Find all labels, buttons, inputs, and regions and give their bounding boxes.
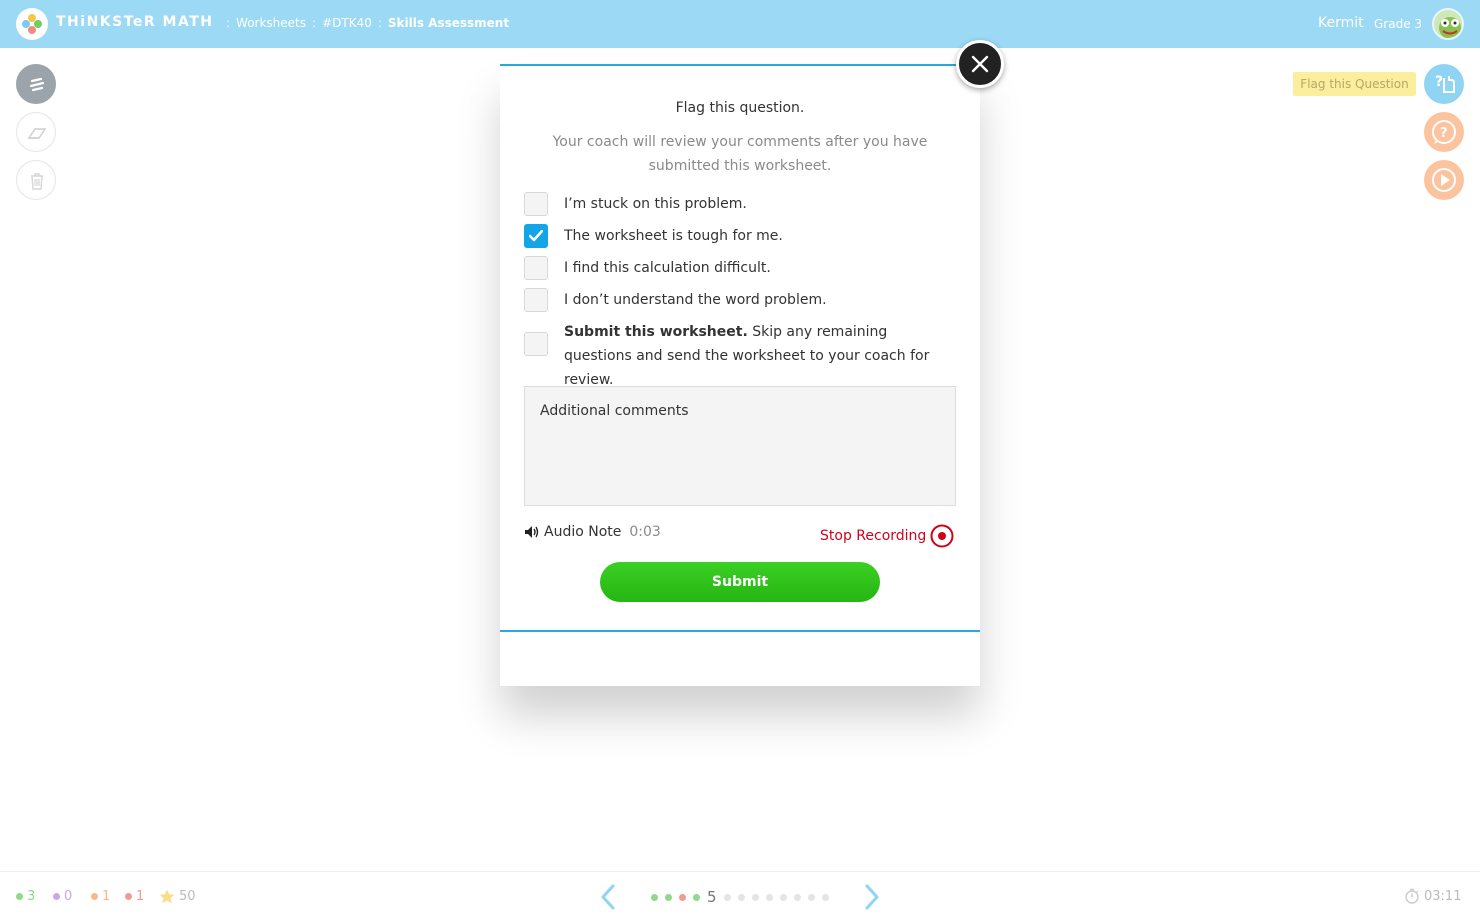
flag-question-dialog: Flag this question. Your coach will revi… bbox=[500, 64, 980, 632]
progress-dot-pending[interactable] bbox=[765, 893, 773, 901]
record-icon bbox=[930, 524, 954, 548]
option-calculation-difficult[interactable]: I find this calculation difficult. bbox=[524, 256, 954, 280]
progress-dot-wrong[interactable] bbox=[679, 893, 686, 901]
audio-note-label: Audio Note bbox=[544, 524, 622, 540]
eraser-tool-button[interactable] bbox=[16, 112, 56, 152]
progress-dot-pending[interactable] bbox=[821, 893, 829, 901]
bottom-bar: 3 0 1 1 50 5 03:11 bbox=[0, 871, 1480, 920]
flag-question-icon: ? bbox=[1424, 64, 1464, 104]
partial-dot bbox=[91, 893, 98, 900]
stars-count: 50 bbox=[159, 889, 196, 904]
progress-dot-pending[interactable] bbox=[737, 893, 745, 901]
dialog-title: Flag this question. bbox=[675, 100, 805, 116]
play-icon bbox=[1424, 160, 1464, 200]
breadcrumb-worksheet-id[interactable]: #DTK40 bbox=[322, 16, 372, 30]
svg-text:?: ? bbox=[1435, 74, 1443, 90]
help-button[interactable]: ? bbox=[1424, 112, 1464, 152]
progress-dot-pending[interactable] bbox=[793, 893, 801, 901]
checkbox[interactable] bbox=[524, 288, 548, 312]
option-label-bold: Submit this worksheet. bbox=[564, 324, 748, 340]
wrong-dot bbox=[125, 893, 132, 900]
option-label: I find this calculation difficult. bbox=[564, 260, 771, 276]
stop-recording-button[interactable]: Stop Recording bbox=[820, 524, 954, 548]
wrong-count: 1 bbox=[125, 889, 144, 904]
option-word-problem[interactable]: I don’t understand the word problem. bbox=[524, 288, 954, 312]
close-dialog-button[interactable] bbox=[956, 40, 1004, 88]
user-name: Kermit bbox=[1318, 15, 1364, 31]
breadcrumb: : Worksheets : #DTK40 : Skills Assessmen… bbox=[226, 16, 509, 30]
stars-value: 50 bbox=[179, 889, 196, 904]
thinkster-logo-icon[interactable] bbox=[16, 8, 48, 40]
option-label: The worksheet is tough for me. bbox=[564, 228, 783, 244]
progress-dot-correct[interactable] bbox=[665, 893, 672, 901]
avatar[interactable] bbox=[1432, 8, 1464, 40]
skipped-dot bbox=[53, 893, 60, 900]
checkmark-icon bbox=[529, 230, 543, 242]
scribble-icon bbox=[29, 77, 45, 92]
progress-dot-correct[interactable] bbox=[651, 893, 658, 901]
progress-dot-pending[interactable] bbox=[723, 893, 731, 901]
flag-question-button[interactable]: ? bbox=[1424, 64, 1464, 104]
worksheet-timer: 03:11 bbox=[1404, 888, 1461, 904]
stopwatch-icon bbox=[1405, 888, 1419, 904]
checkbox-checked[interactable] bbox=[524, 224, 548, 248]
star-icon bbox=[159, 889, 175, 904]
close-icon bbox=[971, 55, 989, 73]
breadcrumb-separator: : bbox=[312, 16, 317, 30]
option-label: Submit this worksheet. Skip any remainin… bbox=[564, 320, 954, 392]
option-label: I’m stuck on this problem. bbox=[564, 196, 747, 212]
breadcrumb-current: Skills Assessment bbox=[387, 16, 510, 30]
chevron-right-icon bbox=[865, 884, 879, 910]
speaker-icon bbox=[525, 526, 539, 538]
correct-count: 3 bbox=[16, 889, 35, 904]
flag-question-tooltip: Flag this Question bbox=[1293, 72, 1416, 96]
option-stuck[interactable]: I’m stuck on this problem. bbox=[524, 192, 954, 216]
progress-dot-pending[interactable] bbox=[779, 893, 787, 901]
timer-value: 03:11 bbox=[1424, 888, 1462, 904]
play-video-button[interactable] bbox=[1424, 160, 1464, 200]
checkbox[interactable] bbox=[524, 332, 548, 356]
progress-dot-pending[interactable] bbox=[807, 893, 815, 901]
skipped-value: 0 bbox=[64, 889, 73, 904]
svg-text:?: ? bbox=[1440, 126, 1448, 141]
question-bubble-icon: ? bbox=[1424, 112, 1464, 152]
audio-note-time: 0:03 bbox=[629, 524, 661, 540]
trash-icon bbox=[31, 173, 43, 190]
checkbox[interactable] bbox=[524, 256, 548, 280]
top-header: THiNKSTeR MATH : Worksheets : #DTK40 : S… bbox=[0, 0, 1480, 48]
partial-value: 1 bbox=[102, 889, 111, 904]
correct-value: 3 bbox=[27, 889, 36, 904]
wrong-value: 1 bbox=[136, 889, 145, 904]
next-question-button[interactable] bbox=[862, 884, 882, 914]
user-grade: Grade 3 bbox=[1374, 17, 1423, 31]
stop-recording-label: Stop Recording bbox=[820, 528, 927, 544]
question-progress: 5 bbox=[651, 888, 836, 906]
correct-dot bbox=[16, 893, 23, 900]
breadcrumb-worksheets[interactable]: Worksheets bbox=[236, 16, 306, 30]
progress-dot-correct[interactable] bbox=[693, 893, 700, 901]
chevron-left-icon bbox=[601, 884, 615, 910]
submit-button[interactable]: Submit bbox=[600, 562, 880, 602]
audio-note[interactable]: Audio Note 0:03 bbox=[524, 524, 661, 540]
breadcrumb-separator: : bbox=[377, 16, 382, 30]
option-worksheet-tough[interactable]: The worksheet is tough for me. bbox=[524, 224, 954, 248]
dialog-subtitle: Your coach will review your comments aft… bbox=[552, 134, 928, 174]
previous-question-button[interactable] bbox=[598, 884, 618, 914]
progress-dot-pending[interactable] bbox=[751, 893, 759, 901]
additional-comments-field[interactable]: Additional comments bbox=[524, 386, 956, 506]
pencil-tool-button[interactable] bbox=[16, 64, 56, 104]
current-question-number: 5 bbox=[707, 888, 717, 906]
option-label: I don’t understand the word problem. bbox=[564, 292, 827, 308]
breadcrumb-separator: : bbox=[226, 16, 231, 30]
trash-tool-button[interactable] bbox=[16, 160, 56, 200]
skipped-count: 0 bbox=[53, 889, 72, 904]
partial-count: 1 bbox=[91, 889, 110, 904]
checkbox[interactable] bbox=[524, 192, 548, 216]
eraser-icon bbox=[27, 128, 47, 139]
app-logo-text: THiNKSTeR MATH bbox=[56, 14, 214, 30]
option-submit-worksheet[interactable]: Submit this worksheet. Skip any remainin… bbox=[524, 320, 954, 392]
